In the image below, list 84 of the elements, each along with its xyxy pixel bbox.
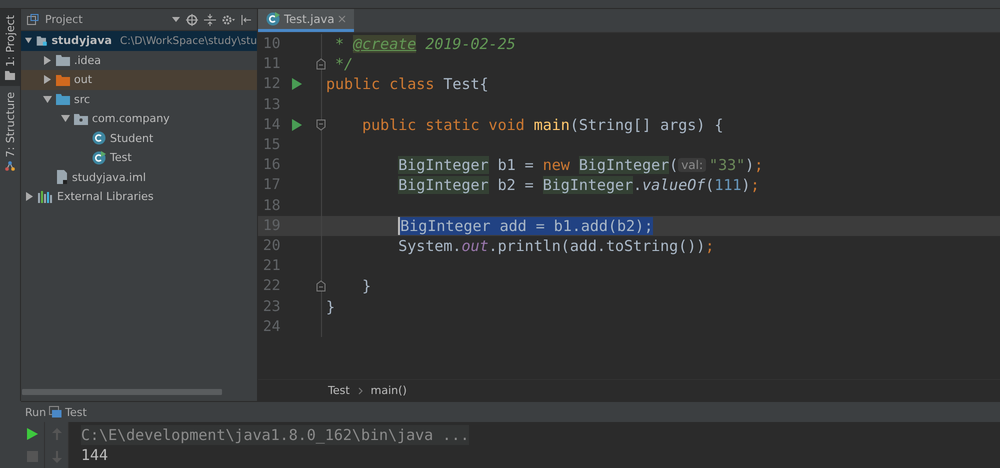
folder-icon <box>56 54 70 66</box>
code-line: } <box>361 277 372 296</box>
expand-arrow-icon[interactable] <box>43 75 52 84</box>
module-icon <box>36 34 48 48</box>
code-line: public static void main(String[] args) { <box>361 116 724 134</box>
tree-label: out <box>74 73 92 86</box>
target-icon[interactable] <box>186 14 198 26</box>
tree-row[interactable]: .idea <box>21 50 257 70</box>
fold-icon[interactable] <box>316 280 326 292</box>
line-number: 12 <box>262 76 282 92</box>
tree-label: Test <box>110 151 132 164</box>
tree-row[interactable]: External Libraries <box>21 187 257 206</box>
expand-arrow-icon[interactable] <box>43 94 52 104</box>
line-number: 22 <box>262 278 282 294</box>
line-number: 15 <box>262 137 282 154</box>
structure-icon <box>5 161 15 172</box>
tree-label: External Libraries <box>57 190 154 204</box>
line-number: 14 <box>262 116 282 133</box>
project-view-icon <box>27 14 39 25</box>
expand-arrow-icon[interactable] <box>43 56 52 65</box>
code-line: */ <box>334 55 354 74</box>
run-config-label[interactable]: Test <box>65 406 87 418</box>
tree-row[interactable]: studyjava C:\D\WorkSpace\study\stu <box>21 31 257 50</box>
code-line: public class Test{ <box>325 75 489 94</box>
code-line: BigInteger b1 = new BigInteger( val: "33"); <box>397 156 764 174</box>
line-number: 10 <box>262 36 282 52</box>
line-number: 11 <box>262 56 282 72</box>
chevron-icon <box>358 386 363 394</box>
tree-row[interactable]: Test <box>21 148 257 168</box>
line-number: 21 <box>262 258 282 274</box>
package-icon <box>74 112 88 125</box>
line-number: 13 <box>262 96 282 113</box>
collapse-all-icon[interactable] <box>204 14 216 26</box>
tree-label: .idea <box>74 54 102 67</box>
tree-label: studyjava <box>51 34 112 48</box>
code-line: * @create 2019-02-25 <box>334 35 516 54</box>
run-icon[interactable] <box>27 428 38 440</box>
scrollbar[interactable] <box>22 389 222 395</box>
panel-title: Run <box>25 406 46 418</box>
class-icon <box>92 131 106 146</box>
line-number: 16 <box>262 157 282 174</box>
line-number: 20 <box>262 238 282 254</box>
line-number: 17 <box>262 177 282 194</box>
tree-label: studyjava.iml <box>72 170 146 184</box>
breadcrumb[interactable]: main() <box>370 384 407 397</box>
code-line: } <box>325 298 336 316</box>
tree-label: src <box>74 92 90 106</box>
hide-panel-icon[interactable] <box>241 14 251 26</box>
tree-row[interactable]: Student <box>21 128 257 148</box>
run-icon[interactable] <box>292 78 302 90</box>
class-icon <box>92 150 106 165</box>
console-icon <box>49 406 62 418</box>
console-line: 144 <box>81 445 108 465</box>
tool-window-tab[interactable]: 7: Structure <box>0 86 20 178</box>
expand-arrow-icon[interactable] <box>25 36 32 46</box>
tree-row[interactable]: studyjava.iml <box>21 168 257 187</box>
folder-icon <box>5 70 15 80</box>
folder-icon <box>56 74 70 86</box>
tree-row[interactable]: src <box>21 90 257 109</box>
line-number: 23 <box>262 298 282 315</box>
fold-icon[interactable] <box>316 58 326 70</box>
tree-row[interactable]: out <box>21 70 257 90</box>
file-icon <box>56 170 68 184</box>
panel-title: Project <box>45 13 84 26</box>
libraries-icon <box>38 190 53 203</box>
fold-icon[interactable] <box>316 118 326 131</box>
dropdown-caret-icon[interactable] <box>172 17 180 22</box>
code-line: BigInteger b2 = BigInteger.valueOf(111); <box>397 176 760 194</box>
folder-icon <box>56 93 70 106</box>
expand-arrow-icon[interactable] <box>61 114 70 124</box>
class-icon <box>266 12 280 26</box>
tree-label: Student <box>110 132 154 145</box>
tool-window-tab[interactable]: 1: Project <box>0 9 20 86</box>
code-line: System.out.println(add.toString()); <box>397 236 714 255</box>
editor-tab[interactable]: Test.java <box>258 9 354 32</box>
expand-arrow-icon[interactable] <box>25 192 34 202</box>
breadcrumb[interactable]: Test <box>328 384 350 397</box>
settings-icon[interactable] <box>222 14 235 26</box>
line-number: 18 <box>262 198 282 214</box>
run-icon[interactable] <box>292 118 302 131</box>
tree-label: com.company <box>92 112 170 126</box>
tree-row[interactable]: com.company <box>21 109 257 128</box>
path-label: C:\D\WorkSpace\study\stu <box>120 34 257 47</box>
line-number: 24 <box>262 318 282 335</box>
